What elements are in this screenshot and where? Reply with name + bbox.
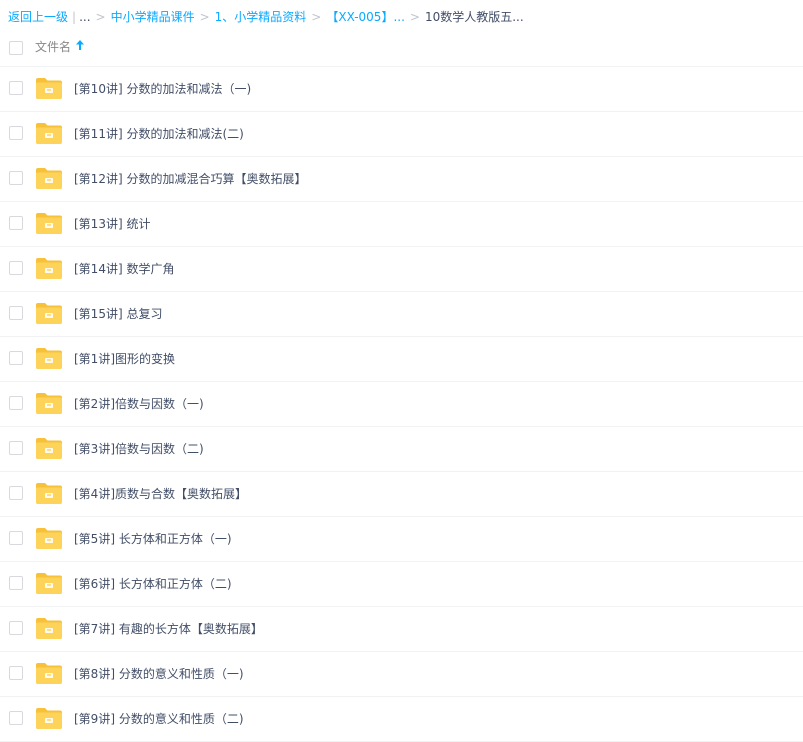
file-name[interactable]: [第5讲] 长方体和正方体（一) (74, 517, 232, 561)
folder-icon[interactable] (35, 391, 63, 415)
row-checkbox[interactable] (9, 486, 23, 500)
folder-icon[interactable] (35, 706, 63, 730)
row-checkbox[interactable] (9, 261, 23, 275)
row-checkbox[interactable] (9, 711, 23, 725)
file-row[interactable]: [第12讲] 分数的加减混合巧算【奥数拓展】 (0, 157, 803, 202)
file-row[interactable]: [第4讲]质数与合数【奥数拓展】 (0, 472, 803, 517)
row-checkbox[interactable] (9, 171, 23, 185)
file-row[interactable]: [第8讲] 分数的意义和性质（一) (0, 652, 803, 697)
file-name[interactable]: [第9讲] 分数的意义和性质（二) (74, 697, 244, 741)
row-checkbox[interactable] (9, 81, 23, 95)
file-row[interactable]: [第7讲] 有趣的长方体【奥数拓展】 (0, 607, 803, 652)
folder-icon[interactable] (35, 256, 63, 280)
file-row[interactable]: [第3讲]倍数与因数（二) (0, 427, 803, 472)
breadcrumb-item-3[interactable]: 【XX-005】... (326, 10, 405, 24)
back-link[interactable]: 返回上一级 (8, 10, 68, 24)
file-row[interactable]: [第5讲] 长方体和正方体（一) (0, 517, 803, 562)
row-checkbox[interactable] (9, 666, 23, 680)
folder-icon[interactable] (35, 526, 63, 550)
column-header-label: 文件名 (35, 40, 72, 54)
file-name[interactable]: [第14讲] 数学广角 (74, 247, 174, 291)
folder-icon[interactable] (35, 661, 63, 685)
file-name[interactable]: [第6讲] 长方体和正方体（二) (74, 562, 232, 606)
breadcrumb-item-1[interactable]: 中小学精品课件 (111, 10, 195, 24)
breadcrumb: 返回上一级 |... > 中小学精品课件 >1、小学精品资料 > 【XX-005】... >1… (8, 0, 524, 34)
breadcrumb-ellipsis[interactable]: ... (79, 10, 90, 24)
folder-icon[interactable] (35, 121, 63, 145)
file-row[interactable]: [第14讲] 数学广角 (0, 247, 803, 292)
file-row[interactable]: [第6讲] 长方体和正方体（二) (0, 562, 803, 607)
row-checkbox[interactable] (9, 126, 23, 140)
column-header-filename[interactable]: 文件名 (35, 33, 85, 61)
file-name[interactable]: [第12讲] 分数的加减混合巧算【奥数拓展】 (74, 157, 306, 201)
file-row[interactable]: [第13讲] 统计 (0, 202, 803, 247)
folder-icon[interactable] (35, 166, 63, 190)
folder-icon[interactable] (35, 346, 63, 370)
file-row[interactable]: [第2讲]倍数与因数（一) (0, 382, 803, 427)
file-name[interactable]: [第11讲] 分数的加法和减法(二) (74, 112, 244, 156)
file-name[interactable]: [第8讲] 分数的意义和性质（一) (74, 652, 244, 696)
file-row[interactable]: [第15讲] 总复习 (0, 292, 803, 337)
row-checkbox[interactable] (9, 531, 23, 545)
file-list-header: 文件名 (0, 34, 803, 67)
folder-icon[interactable] (35, 76, 63, 100)
file-name[interactable]: [第1讲]图形的变换 (74, 337, 175, 381)
file-row[interactable]: [第9讲] 分数的意义和性质（二) (0, 697, 803, 742)
folder-icon[interactable] (35, 481, 63, 505)
select-all-checkbox[interactable] (9, 41, 23, 55)
chevron-right-icon: > (199, 10, 210, 24)
file-name[interactable]: [第7讲] 有趣的长方体【奥数拓展】 (74, 607, 263, 651)
file-name[interactable]: [第3讲]倍数与因数（二) (74, 427, 204, 471)
row-checkbox[interactable] (9, 306, 23, 320)
row-checkbox[interactable] (9, 441, 23, 455)
folder-icon[interactable] (35, 616, 63, 640)
breadcrumb-item-2[interactable]: 1、小学精品资料 (215, 10, 307, 24)
file-name[interactable]: [第10讲] 分数的加法和减法（一) (74, 67, 251, 111)
file-name[interactable]: [第13讲] 统计 (74, 202, 150, 246)
chevron-right-icon: > (95, 10, 106, 24)
folder-icon[interactable] (35, 436, 63, 460)
file-name[interactable]: [第2讲]倍数与因数（一) (74, 382, 204, 426)
arrow-up-icon[interactable] (76, 33, 85, 60)
breadcrumb-divider: | (72, 10, 77, 24)
row-checkbox[interactable] (9, 216, 23, 230)
folder-icon[interactable] (35, 211, 63, 235)
row-checkbox[interactable] (9, 576, 23, 590)
file-row[interactable]: [第11讲] 分数的加法和减法(二) (0, 112, 803, 157)
chevron-right-icon: > (311, 10, 322, 24)
file-name[interactable]: [第15讲] 总复习 (74, 292, 162, 336)
file-row[interactable]: [第10讲] 分数的加法和减法（一) (0, 67, 803, 112)
row-checkbox[interactable] (9, 621, 23, 635)
folder-icon[interactable] (35, 301, 63, 325)
row-checkbox[interactable] (9, 396, 23, 410)
file-name[interactable]: [第4讲]质数与合数【奥数拓展】 (74, 472, 247, 516)
file-row[interactable]: [第1讲]图形的变换 (0, 337, 803, 382)
row-checkbox[interactable] (9, 351, 23, 365)
file-list: [第10讲] 分数的加法和减法（一) [第11讲] 分数的加法和减法(二) [第12… (0, 67, 803, 742)
folder-icon[interactable] (35, 571, 63, 595)
chevron-right-icon: > (409, 10, 420, 24)
breadcrumb-current: 10数学人教版五... (424, 10, 524, 24)
